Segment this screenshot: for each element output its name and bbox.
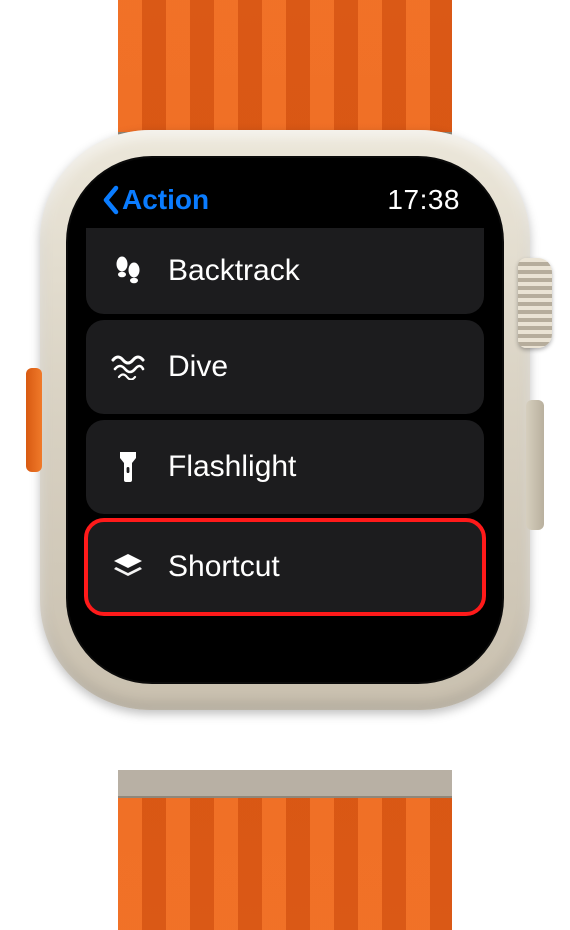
back-button[interactable]: Action <box>102 184 209 216</box>
list-item-shortcut[interactable]: Shortcut <box>86 520 484 614</box>
flashlight-icon <box>110 449 146 485</box>
footsteps-icon <box>110 253 146 289</box>
wave-icon <box>110 349 146 385</box>
action-button-hw[interactable] <box>26 368 42 472</box>
list-item-backtrack[interactable]: Backtrack <box>86 228 484 314</box>
watch-screen: Action 17:38 Backtrack <box>66 156 504 684</box>
digital-crown[interactable] <box>518 258 552 348</box>
clock-time: 17:38 <box>387 184 460 216</box>
list-item-label: Flashlight <box>168 450 460 484</box>
chevron-left-icon <box>102 185 120 215</box>
watch-case: Action 17:38 Backtrack <box>40 130 530 710</box>
list-item-label: Dive <box>168 350 460 384</box>
watch-band-bottom <box>118 770 452 930</box>
layers-icon <box>110 549 146 585</box>
list-item-flashlight[interactable]: Flashlight <box>86 420 484 514</box>
side-button-hw[interactable] <box>526 400 544 530</box>
status-bar: Action 17:38 <box>84 180 486 228</box>
action-list[interactable]: Backtrack Dive <box>84 228 486 664</box>
list-item-dive[interactable]: Dive <box>86 320 484 414</box>
list-item-label: Shortcut <box>168 550 460 584</box>
list-item-label: Backtrack <box>168 254 460 288</box>
back-label: Action <box>122 184 209 216</box>
